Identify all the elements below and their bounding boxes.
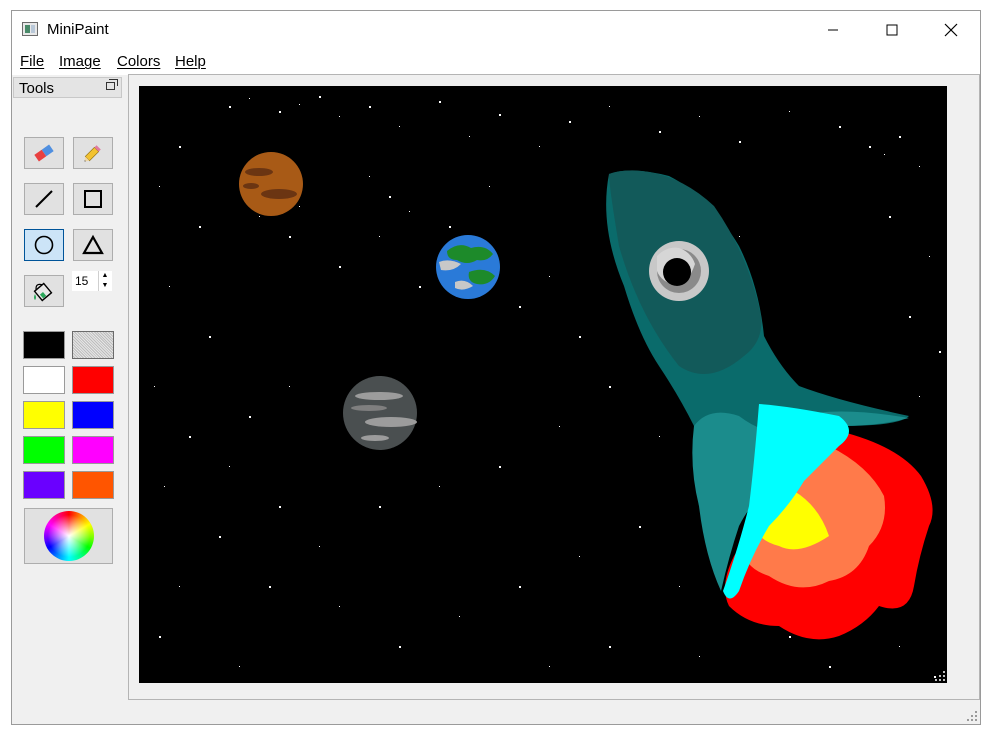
menu-help[interactable]: Help [175, 53, 206, 70]
brush-size-stepper[interactable]: 15 ▲ ▼ [71, 270, 113, 292]
tools-panel: Tools 15 ▲ ▼ [13, 76, 123, 724]
window-resize-grip[interactable] [967, 711, 977, 721]
brush-size-arrows: ▲ ▼ [98, 271, 112, 291]
orange-planet [239, 152, 303, 216]
minimize-button[interactable] [804, 11, 862, 49]
maximize-button[interactable] [863, 11, 921, 49]
color-wheel-icon [43, 511, 94, 561]
menu-file[interactable]: File [20, 53, 44, 70]
stepper-down-icon[interactable]: ▼ [99, 281, 111, 291]
color-swatch-gray[interactable] [72, 331, 114, 359]
window-title: MiniPaint [47, 21, 109, 38]
pencil-icon [84, 145, 101, 162]
close-icon [944, 23, 958, 37]
tools-panel-title: Tools [19, 80, 55, 97]
pencil-tool-button[interactable] [73, 137, 113, 169]
stepper-up-icon[interactable]: ▲ [99, 271, 111, 281]
close-button[interactable] [922, 11, 980, 49]
color-swatch-yellow[interactable] [23, 401, 65, 429]
color-swatch-magenta[interactable] [72, 436, 114, 464]
ellipse-tool-button[interactable] [24, 229, 64, 261]
line-icon [35, 190, 53, 208]
color-swatch-black[interactable] [23, 331, 65, 359]
eraser-icon [34, 144, 54, 162]
color-swatch-blue[interactable] [72, 401, 114, 429]
app-window: MiniPaint File Image Colors Help Tools 1… [11, 10, 981, 725]
color-picker-button[interactable] [24, 508, 113, 564]
minimize-icon [828, 29, 838, 31]
maximize-icon [886, 24, 898, 36]
tools-panel-header[interactable]: Tools [13, 77, 122, 98]
line-tool-button[interactable] [24, 183, 64, 215]
drawing-canvas[interactable] [139, 86, 947, 683]
color-swatch-red[interactable] [72, 366, 114, 394]
triangle-icon [82, 234, 104, 255]
canvas-drawing [154, 96, 941, 678]
color-swatch-green[interactable] [23, 436, 65, 464]
rectangle-icon [84, 190, 102, 208]
rectangle-tool-button[interactable] [73, 183, 113, 215]
canvas-resize-grip[interactable] [935, 671, 945, 681]
menu-colors[interactable]: Colors [117, 53, 160, 70]
paint-bucket-icon [33, 282, 53, 302]
color-swatch-white[interactable] [23, 366, 65, 394]
menu-bar: File Image Colors Help [12, 49, 980, 75]
triangle-tool-button[interactable] [73, 229, 113, 261]
brush-size-value[interactable]: 15 [75, 274, 88, 288]
fill-tool-button[interactable] [24, 275, 64, 307]
canvas-container [128, 74, 980, 700]
eraser-tool-button[interactable] [24, 137, 64, 169]
menu-image[interactable]: Image [59, 53, 101, 70]
title-bar[interactable]: MiniPaint [12, 11, 980, 49]
color-swatch-orange[interactable] [72, 471, 114, 499]
float-panel-icon[interactable] [106, 79, 118, 90]
earth-planet [436, 235, 500, 299]
app-icon [22, 22, 38, 36]
color-swatch-violet[interactable] [23, 471, 65, 499]
gray-planet [343, 376, 417, 450]
ellipse-icon [34, 235, 54, 255]
